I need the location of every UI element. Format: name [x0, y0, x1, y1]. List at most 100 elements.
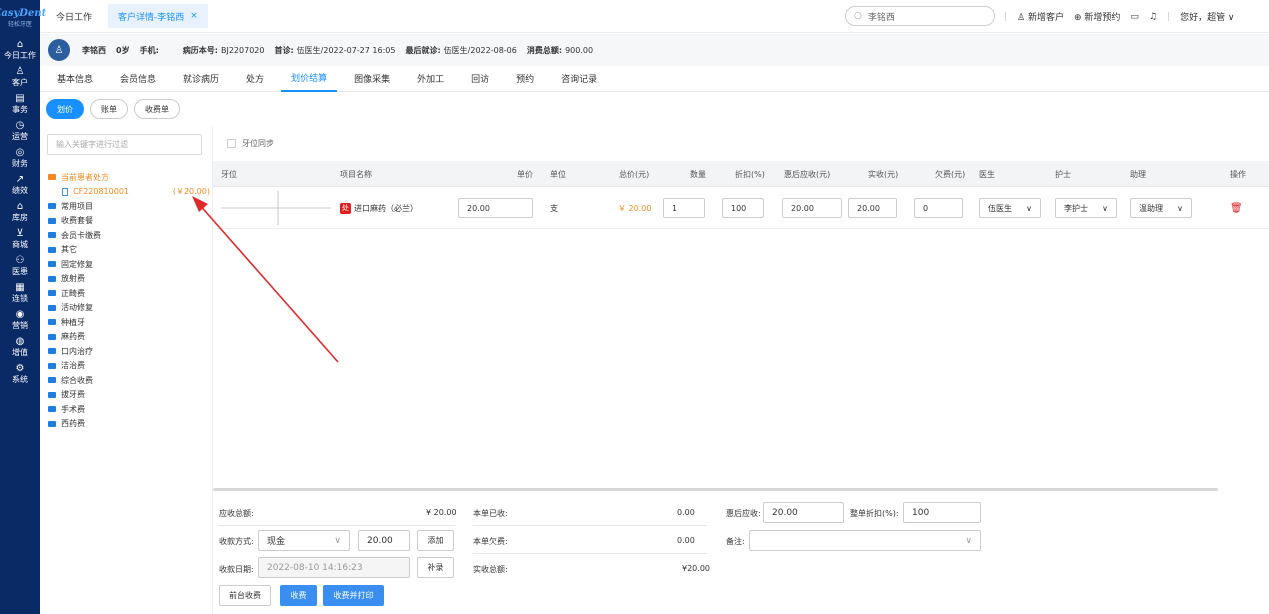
tree-folder-item[interactable]: 口内治疗	[48, 344, 210, 359]
sidebar-item-4[interactable]: ◎ 财务	[0, 144, 40, 171]
close-icon[interactable]: ×	[190, 11, 198, 21]
user-menu[interactable]: 您好，超管 ∨	[1180, 10, 1234, 23]
sidebar-item-10[interactable]: ◉ 营销	[0, 306, 40, 333]
tree-folder-item[interactable]: 常用项目	[48, 199, 210, 214]
tree-folder-label: 手术费	[61, 404, 85, 414]
search-input[interactable]: ○ 李铭西	[845, 6, 995, 26]
subtab-4[interactable]: 划价结算	[281, 66, 338, 92]
tree-folder-item[interactable]: 会员卡缴费	[48, 228, 210, 243]
tree-folder-item[interactable]: 收费套餐	[48, 214, 210, 229]
discount-input[interactable]: 100	[722, 198, 764, 218]
tree-folder-item[interactable]: 其它	[48, 243, 210, 258]
unit-price-input[interactable]: 20.00	[458, 198, 533, 218]
item-name-cell: 处 进口麻药（必兰）	[340, 198, 440, 218]
new-appointment-button[interactable]: ⊕ 新增预约	[1074, 10, 1120, 23]
nurse-select[interactable]: 李护士 ∨	[1055, 198, 1117, 218]
tree-folder-item[interactable]: 放射费	[48, 272, 210, 287]
tab-today-work[interactable]: 今日工作	[46, 4, 102, 28]
tree-folder-item[interactable]: 综合收费	[48, 373, 210, 388]
assistant-select[interactable]: 温助理 ∨	[1130, 198, 1192, 218]
payment-method-select[interactable]: 现金 ∨	[258, 530, 350, 551]
folder-icon	[48, 348, 56, 355]
folder-icon	[48, 319, 56, 326]
front-desk-charge-button[interactable]: 前台收费	[219, 585, 271, 606]
folder-icon	[48, 232, 56, 239]
pill-2[interactable]: 收费单	[134, 99, 180, 119]
payment-amount-input[interactable]: 20.00	[358, 530, 410, 551]
sidebar-item-2[interactable]: ▤ 事务	[0, 90, 40, 117]
subtab-5[interactable]: 图像采集	[344, 66, 400, 92]
sidebar-item-7[interactable]: ⊻ 商城	[0, 225, 40, 252]
doctor-select[interactable]: 伍医生 ∨	[979, 198, 1041, 218]
after-due-label: 惠后应收:	[726, 509, 761, 518]
tree-folder-item[interactable]: 拔牙费	[48, 388, 210, 403]
quantity-input[interactable]: 1	[663, 198, 705, 218]
tab-customer-detail[interactable]: 客户详情-李铭西 ×	[108, 4, 208, 28]
tree-folder-item[interactable]: 麻药费	[48, 330, 210, 345]
sidebar-item-3[interactable]: ◷ 运营	[0, 117, 40, 144]
tree-folder-item[interactable]: 种植牙	[48, 315, 210, 330]
subtab-2[interactable]: 就诊病历	[173, 66, 229, 92]
tree-folder-item[interactable]: 手术费	[48, 402, 210, 417]
divider: |	[1004, 11, 1008, 22]
tree-folder-item[interactable]: 固定修复	[48, 257, 210, 272]
sidebar-item-12[interactable]: ⚙ 系统	[0, 360, 40, 387]
charge-and-print-button[interactable]: 收费并打印	[323, 585, 384, 606]
tooth-sync-checkbox[interactable]: 牙位同步	[227, 138, 274, 149]
charge-button[interactable]: 收费	[280, 585, 317, 606]
owed-input[interactable]: 0	[914, 198, 963, 218]
sidebar-item-1[interactable]: ♙ 客户	[0, 63, 40, 90]
delete-icon[interactable]: 🗑	[1230, 198, 1243, 218]
sidebar-item-5[interactable]: ↗ 绩效	[0, 171, 40, 198]
divider	[473, 553, 707, 554]
subtab-3[interactable]: 处方	[236, 66, 274, 92]
tree-folder-item[interactable]: 洁治费	[48, 359, 210, 374]
folder-icon	[48, 420, 56, 427]
add-button[interactable]: 添加	[417, 530, 454, 551]
subtab-6[interactable]: 外加工	[407, 66, 454, 92]
tree-prescription-item[interactable]: CF220810001 (￥20.00)	[48, 185, 210, 200]
subtab-7[interactable]: 回访	[461, 66, 499, 92]
chevron-down-icon: ∨	[334, 535, 341, 546]
tree-folder-item[interactable]: 当前患者处方	[48, 170, 210, 185]
tree-folder-item[interactable]: 正畸费	[48, 286, 210, 301]
sidebar-item-6[interactable]: ⌂ 库房	[0, 198, 40, 225]
new-customer-button[interactable]: ♙ 新增客户	[1017, 10, 1064, 23]
prescription-amount: (￥20.00)	[172, 187, 210, 197]
subtab-0[interactable]: 基本信息	[47, 66, 103, 92]
tree-folder-item[interactable]: 西药费	[48, 417, 210, 432]
subtab-1[interactable]: 会员信息	[110, 66, 166, 92]
actual-total-label: 实收总额:	[473, 565, 508, 574]
subtab-9[interactable]: 咨询记录	[551, 66, 607, 92]
filter-input[interactable]: 输入关键字进行过滤	[47, 134, 202, 155]
whole-discount-input[interactable]: 100	[903, 502, 981, 523]
supplement-button[interactable]: 补录	[417, 557, 454, 578]
horizontal-scrollbar[interactable]	[213, 488, 1218, 491]
pill-0[interactable]: 划价	[46, 99, 84, 119]
sidebar-item-9[interactable]: ▦ 连锁	[0, 279, 40, 306]
sidebar-item-8[interactable]: ⚇ 医患	[0, 252, 40, 279]
sidebar-item-11[interactable]: ◍ 增值	[0, 333, 40, 360]
tree-folder-label: 收费套餐	[61, 216, 93, 226]
payment-date-input[interactable]: 2022-08-10 14:16:23	[258, 557, 410, 578]
chain-icon: ▦	[15, 281, 25, 293]
after-discount-input[interactable]: 20.00	[782, 198, 842, 218]
sidebar-item-0[interactable]: ⌂ 今日工作	[0, 36, 40, 63]
column-header-5: 数量	[690, 169, 706, 179]
message-icon[interactable]: ▭	[1130, 12, 1139, 22]
bell-icon[interactable]: ♫	[1149, 12, 1157, 22]
tab-today-label: 今日工作	[56, 12, 93, 23]
last-visit-label: 最后就诊:	[405, 45, 441, 55]
note-select[interactable]: ∨	[749, 530, 981, 551]
column-header-6: 折扣(%)	[735, 169, 765, 179]
subtab-8[interactable]: 预约	[506, 66, 544, 92]
sidebar-item-label: 营销	[12, 320, 28, 330]
paid-input[interactable]: 20.00	[848, 198, 897, 218]
top-actions: | ♙ 新增客户 ⊕ 新增预约 ▭ ♫ | 您好，超管 ∨	[1004, 0, 1235, 33]
tooth-chart[interactable]	[221, 191, 331, 225]
after-due-input[interactable]: 20.00	[763, 502, 844, 523]
tree-folder-item[interactable]: 活动修复	[48, 301, 210, 316]
pill-1[interactable]: 账单	[90, 99, 128, 119]
folder-icon	[48, 406, 56, 413]
search-icon: ○	[854, 11, 862, 21]
